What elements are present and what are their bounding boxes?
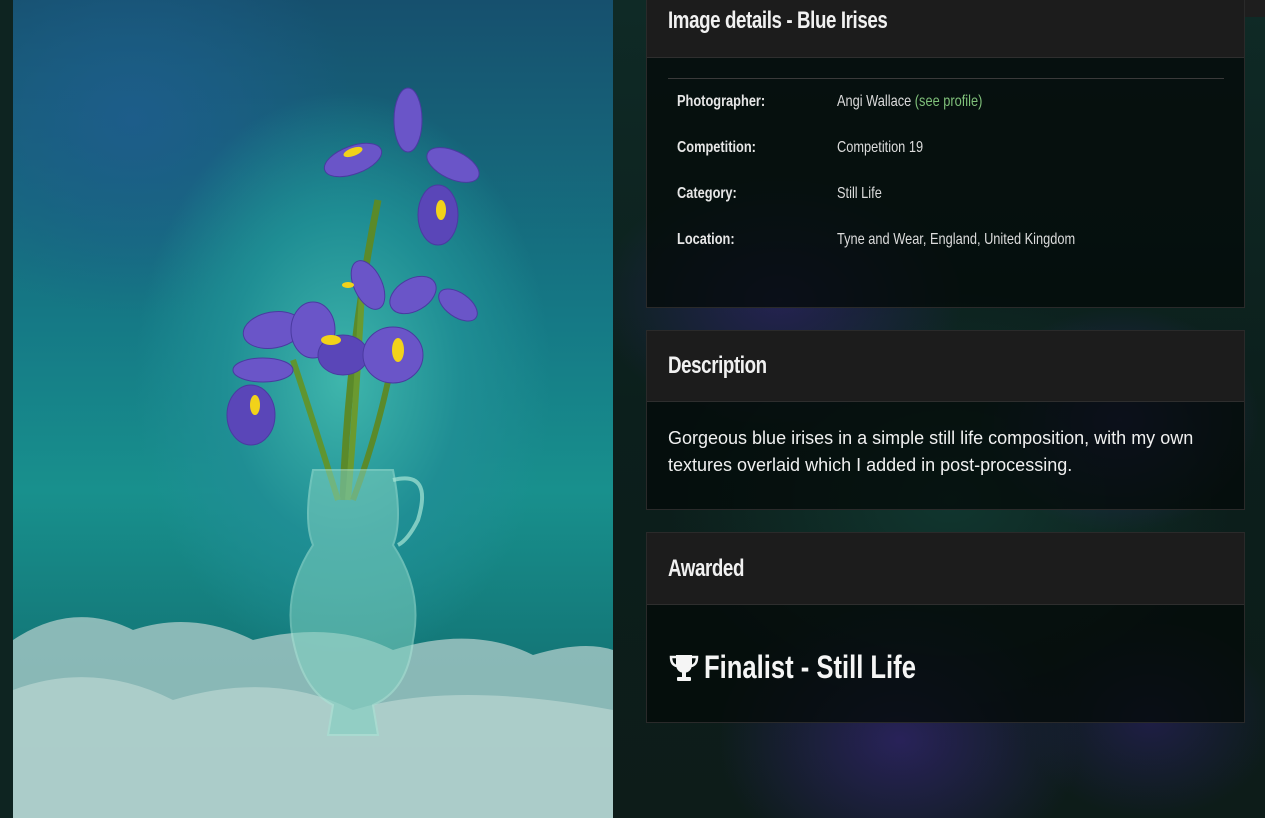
see-profile-link[interactable]: (see profile) [915, 93, 983, 110]
location-value: Tyne and Wear, England, United Kingdom [837, 231, 1076, 248]
competition-label: Competition: [677, 139, 756, 156]
awarded-title: Awarded [668, 555, 744, 582]
description-title: Description [668, 352, 767, 379]
photographer-name: Angi Wallace [837, 93, 912, 110]
description-header: Description [647, 331, 1244, 402]
detail-row-location: Location: Tyne and Wear, England, United… [668, 217, 1224, 263]
awarded-panel: Awarded Finalist - Still Life [646, 532, 1245, 723]
category-label: Category: [677, 185, 737, 202]
detail-row-photographer: Photographer: Angi Wallace (see profile) [668, 79, 1224, 125]
image-details-header: Image details - Blue Irises [647, 0, 1244, 58]
competition-value: Competition 19 [837, 139, 924, 156]
description-panel: Description Gorgeous blue irises in a si… [646, 330, 1245, 510]
photographer-label: Photographer: [677, 93, 766, 110]
trophy-icon [669, 654, 699, 681]
blue-irises-illustration [13, 87, 613, 818]
award-label: Finalist - Still Life [704, 649, 916, 685]
image-details-title: Image details - Blue Irises [668, 7, 888, 34]
detail-row-category: Category: Still Life [668, 171, 1224, 217]
category-value: Still Life [837, 185, 882, 202]
detail-row-competition: Competition: Competition 19 [668, 125, 1224, 171]
awarded-header: Awarded [647, 533, 1244, 605]
competition-photo[interactable] [13, 0, 613, 818]
award-entry: Finalist - Still Life [647, 605, 1244, 686]
description-text: Gorgeous blue irises in a simple still l… [668, 428, 1194, 475]
location-label: Location: [677, 231, 735, 248]
left-margin [0, 0, 13, 818]
image-details-panel: Image details - Blue Irises Photographer… [646, 0, 1245, 308]
details-table: Photographer: Angi Wallace (see profile)… [668, 78, 1224, 263]
